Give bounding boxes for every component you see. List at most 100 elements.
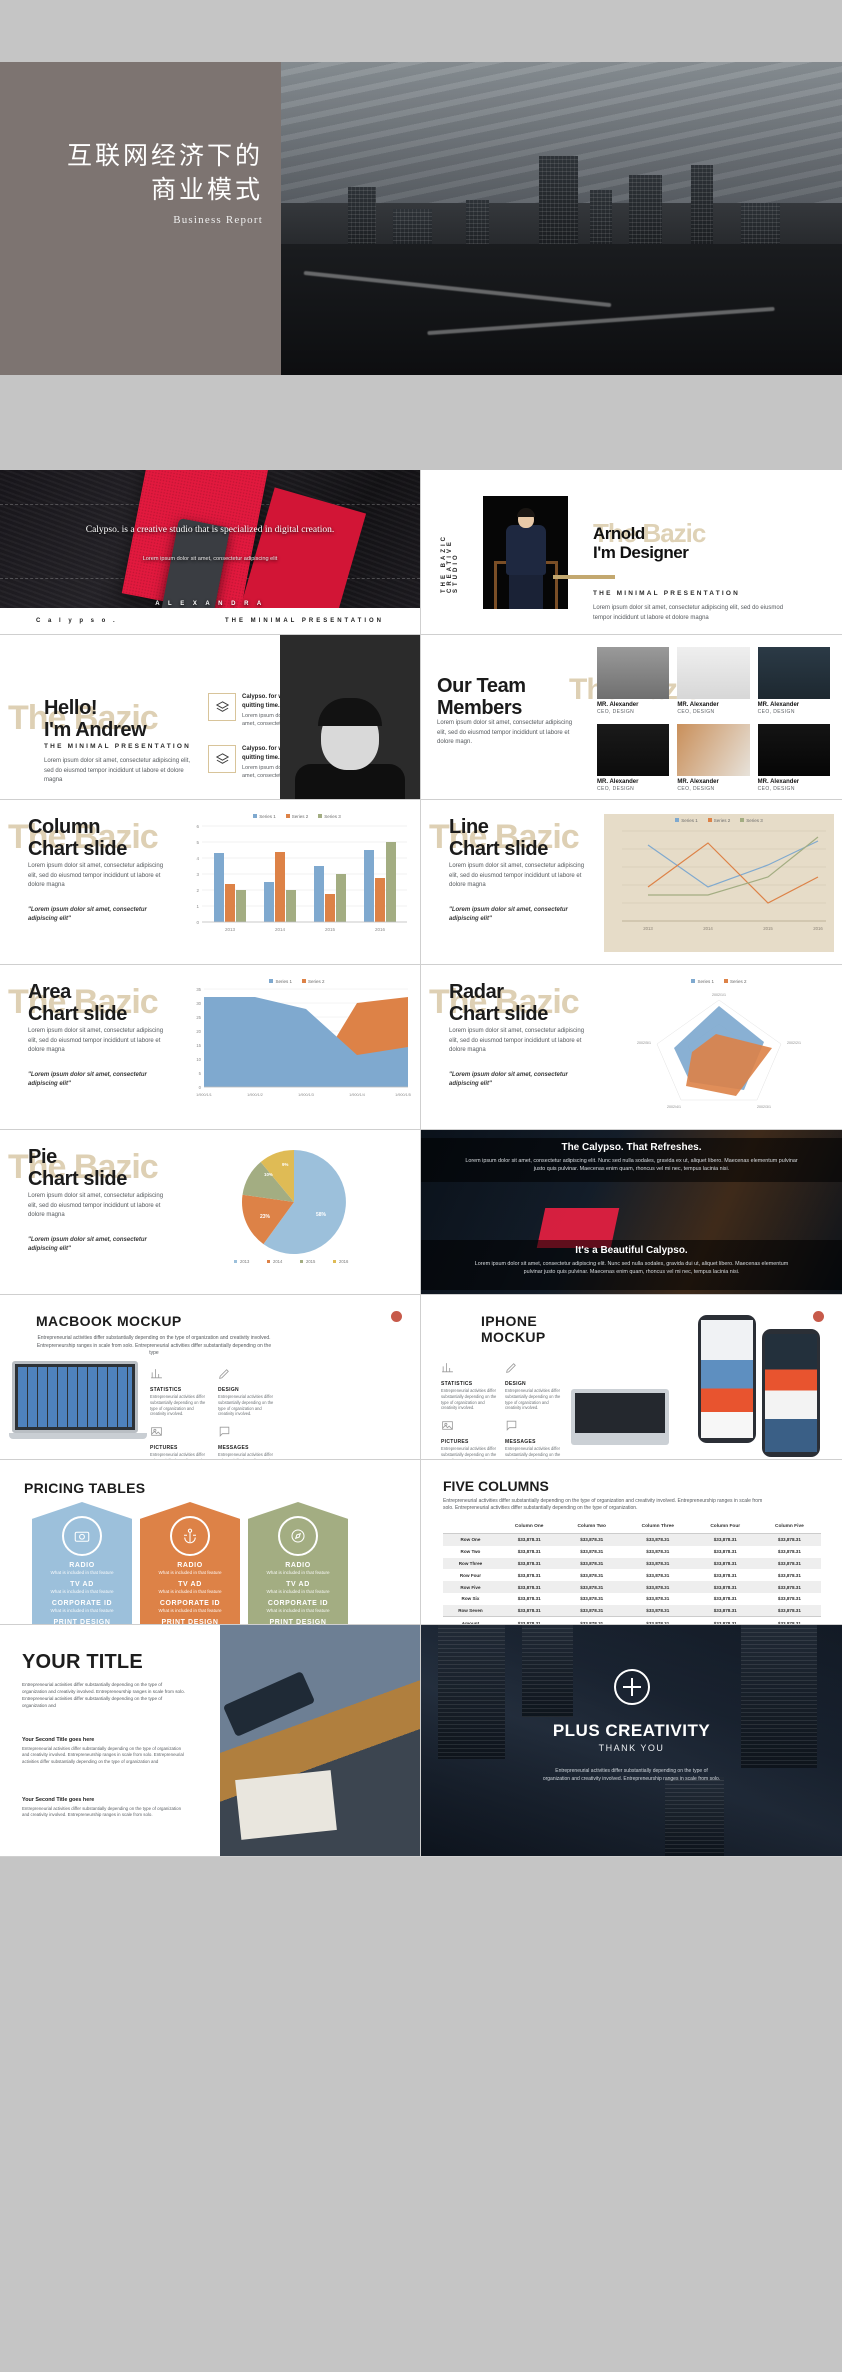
hello-body: Lorem ipsum dolor sit amet, consectetur … <box>44 758 191 783</box>
chat-icon <box>506 1420 517 1432</box>
member-name: MR. Alexander <box>757 702 800 708</box>
feature-body: Entrepreneurial activities differ substa… <box>505 1446 561 1459</box>
feature-title: PICTURES <box>150 1445 178 1452</box>
section-heading: Your Second Title goes here <box>22 1797 95 1803</box>
slide-radar-chart[interactable]: The Bazic Radar Chart slide Lorem ipsum … <box>421 965 842 1130</box>
slide-cover-dark[interactable]: Calypso. is a creative studio that is sp… <box>0 470 421 635</box>
slide-row: MACBOOK MOCKUP Entrepreneurial activitie… <box>0 1295 842 1460</box>
slide-line-chart[interactable]: The Bazic Line Chart slide Lorem ipsum d… <box>421 800 842 965</box>
feature-title: MESSAGES <box>505 1439 536 1446</box>
feature-title: DESIGN <box>505 1381 526 1387</box>
svg-text:1/900/1/5: 1/900/1/5 <box>395 1093 411 1097</box>
chart-quote: "Lorem ipsum dolor sit amet, consectetur… <box>28 907 147 922</box>
laptop-prop <box>571 1389 669 1445</box>
slide-iphone-mockup[interactable]: IPHONE MOCKUP STATISTICS Entrepreneurial… <box>421 1295 842 1460</box>
feature-title: PICTURES <box>441 1439 469 1446</box>
quote-band-top: The Calypso. That Refreshes. Lorem ipsum… <box>421 1138 842 1182</box>
feature-item: PICTURES Entrepreneurial activities diff… <box>150 1425 210 1459</box>
quote-band-bottom: It's a Beautiful Calypso. Lorem ipsum do… <box>421 1240 842 1290</box>
designer-eyebrow: THE MINIMAL PRESENTATION <box>593 590 741 597</box>
pen <box>222 1670 316 1738</box>
feature-grid: STATISTICS Entrepreneurial activities di… <box>441 1361 561 1459</box>
team-card[interactable]: MR. Alexander CEO, DESIGN <box>757 724 830 792</box>
feature-name: RADIO <box>177 1562 203 1569</box>
column-header <box>443 1520 498 1534</box>
close-dot-icon <box>391 1311 402 1322</box>
closing-subtitle: THANK YOU <box>598 1743 665 1753</box>
pricing-card[interactable]: RADIO What is included in that feature T… <box>248 1502 348 1624</box>
slide-pricing-tables[interactable]: PRICING TABLES RADIO What is included in… <box>0 1460 421 1625</box>
cell: $33,878.31 <box>777 1596 801 1602</box>
chart-title-line2: Chart slide <box>28 838 127 860</box>
team-title-line2: Members <box>437 697 523 719</box>
member-photo <box>757 724 830 776</box>
chart-legend: Series 1 Series 2 Series 3 <box>608 818 830 823</box>
slide-five-columns[interactable]: FIVE COLUMNS Entrepreneurial activities … <box>421 1460 842 1625</box>
member-name: MR. Alexander <box>757 779 800 785</box>
member-photo <box>677 647 750 699</box>
quote-bottom-body: Lorem ipsum dolor sit amet, consectetur … <box>474 1261 789 1276</box>
team-card[interactable]: MR. Alexander CEO, DESIGN <box>757 647 830 715</box>
team-card[interactable]: MR. Alexander CEO, DESIGN <box>677 724 750 792</box>
member-role: CEO, DESIGN <box>677 709 715 715</box>
person-silhouette <box>295 698 405 799</box>
slide-hello-andrew[interactable]: The Bazic Hello! I'm Andrew THE MINIMAL … <box>0 635 421 800</box>
svg-text:2013: 2013 <box>643 926 653 931</box>
table-desc: Entrepreneurial activities differ substa… <box>443 1498 763 1512</box>
svg-text:2013: 2013 <box>225 927 236 932</box>
cell: $33,878.31 <box>622 1557 693 1570</box>
team-card[interactable]: MR. Alexander CEO, DESIGN <box>597 724 670 792</box>
svg-text:2014: 2014 <box>703 926 713 931</box>
cell: $33,878.31 <box>777 1572 801 1578</box>
table-row: Row Seven $33,878.31 $33,878.31 $33,878.… <box>443 1604 821 1617</box>
table-title: FIVE COLUMNS <box>443 1478 549 1494</box>
feature-name: TV AD <box>178 1581 202 1588</box>
slide-area-chart[interactable]: The Bazic Area Chart slide Lorem ipsum d… <box>0 965 421 1130</box>
cell: $33,878.31 <box>517 1572 541 1578</box>
plus-circle-icon <box>613 1669 650 1705</box>
feature-item: STATISTICS Entrepreneurial activities di… <box>150 1367 210 1417</box>
team-title-line1: Our Team <box>437 675 526 697</box>
pricing-card[interactable]: RADIO What is included in that feature T… <box>32 1502 132 1624</box>
pricing-card[interactable]: RADIO What is included in that feature T… <box>140 1502 240 1624</box>
feature-name: RADIO <box>69 1562 95 1569</box>
table-row: Row Five $33,878.31 $33,878.31 $33,878.3… <box>443 1581 821 1593</box>
hero-cityscape-image <box>281 62 842 375</box>
chart-title: Radar Chart slide <box>449 981 548 1025</box>
feature-title: STATISTICS <box>441 1381 473 1387</box>
slide-designer-intro[interactable]: THE BAZIC CREATIVE STUDIO The Bazic Arno… <box>421 470 842 635</box>
chart-title-line2: Chart slide <box>28 1003 127 1025</box>
feature-name: CORPORATE ID <box>159 1600 221 1607</box>
pricing-column[interactable]: RADIO What is included in that feature T… <box>32 1502 132 1624</box>
slide-pie-chart[interactable]: The Bazic Pie Chart slide Lorem ipsum do… <box>0 1130 421 1295</box>
cell: $33,878.31 <box>497 1616 561 1624</box>
line-chart-plot: Series 1 Series 2 Series 3 2013 2014 201… <box>604 814 834 952</box>
feature-body: Entrepreneurial activities differ substa… <box>441 1446 497 1459</box>
svg-text:0: 0 <box>196 920 199 925</box>
team-card[interactable]: MR. Alexander CEO, DESIGN <box>597 647 670 715</box>
pie-chart-plot: 58% 23% 10% 9% 2013 2014 2015 2016 <box>182 1144 412 1282</box>
slide-macbook-mockup[interactable]: MACBOOK MOCKUP Entrepreneurial activitie… <box>0 1295 421 1460</box>
hero-title-line1: 互联网经济下的 <box>66 143 263 170</box>
slide-column-chart[interactable]: The Bazic Column Chart slide Lorem ipsum… <box>0 800 421 965</box>
team-card[interactable]: MR. Alexander CEO, DESIGN <box>677 647 750 715</box>
hello-title-line2: I'm Andrew <box>44 719 147 741</box>
svg-text:35: 35 <box>196 987 201 992</box>
pricing-title: PRICING TABLES <box>24 1480 146 1496</box>
slide-your-title[interactable]: YOUR TITLE Entrepreneurial activities di… <box>0 1625 421 1857</box>
image-icon <box>151 1427 162 1436</box>
cell: $33,878.31 <box>517 1549 541 1555</box>
closing-title: PLUS CREATIVITY <box>552 1721 711 1740</box>
pricing-column[interactable]: RADIO What is included in that feature T… <box>140 1502 240 1624</box>
svg-text:10%: 10% <box>264 1172 273 1177</box>
slide-our-team[interactable]: The Bazic Our Team Members Lorem ipsum d… <box>421 635 842 800</box>
area-chart-svg: 0 5 10 15 20 25 30 35 1/900/1/1 1/900/1/2 1/90… <box>196 987 411 1097</box>
slide-plus-creativity[interactable]: PLUS CREATIVITY THANK YOU Entrepreneuria… <box>421 1625 842 1857</box>
column-header: Column Two <box>560 1520 623 1534</box>
column-header: Column One <box>497 1520 561 1534</box>
slide-intro: Entrepreneurial activities differ substa… <box>22 1682 185 1708</box>
slide-heading: YOUR TITLE <box>22 1651 143 1673</box>
chart-body: Lorem ipsum dolor sit amet, consectetur … <box>449 863 585 888</box>
slide-dark-quote[interactable]: The Calypso. That Refreshes. Lorem ipsum… <box>421 1130 842 1295</box>
pricing-column[interactable]: RADIO What is included in that feature T… <box>248 1502 348 1624</box>
